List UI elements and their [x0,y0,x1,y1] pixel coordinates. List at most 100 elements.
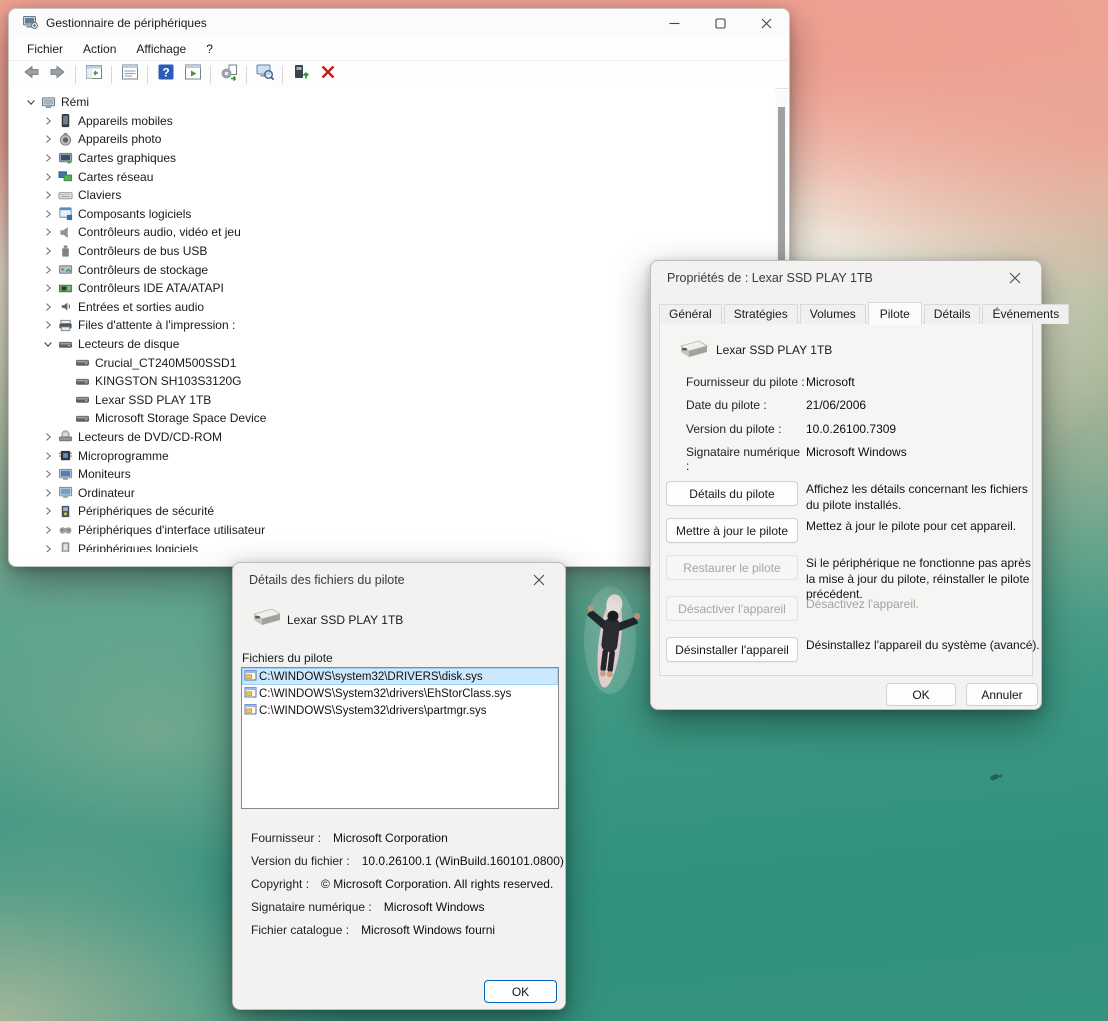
device-manager-titlebar[interactable]: Gestionnaire de périphériques [9,9,789,37]
phone-icon [56,113,75,128]
close-icon[interactable] [523,566,555,594]
toolbar-separator [111,66,112,84]
device-name: Lexar SSD PLAY 1TB [287,613,403,627]
chevron-right-icon[interactable] [39,133,56,145]
tab-stratégies[interactable]: Stratégies [724,304,798,324]
tree-item[interactable]: Appareils mobiles [10,112,775,131]
properties-titlebar[interactable]: Propriétés de : Lexar SSD PLAY 1TB [651,261,1041,295]
scan-hardware-icon [255,62,275,87]
toolbar-update-driver-button[interactable] [215,63,242,87]
détails-du-pilote-button[interactable]: Détails du pilote [666,481,798,506]
chevron-right-icon[interactable] [39,487,56,499]
tab-événements[interactable]: Événements [982,304,1069,324]
toolbar-separator [282,66,283,84]
tab-volumes[interactable]: Volumes [800,304,866,324]
tree-item-label: Contrôleurs audio, vidéo et jeu [75,225,241,239]
chevron-right-icon[interactable] [39,524,56,536]
window-title: Gestionnaire de périphériques [46,16,207,30]
chevron-right-icon[interactable] [39,301,56,313]
close-button[interactable] [743,9,789,37]
toolbar-action-pane-button[interactable] [179,63,206,87]
tree-item-label: Cartes graphiques [75,151,176,165]
tab-pilote[interactable]: Pilote [868,302,922,325]
tree-item-label: Microsoft Storage Space Device [92,411,266,425]
ok-button[interactable]: OK [886,683,956,706]
tab-détails[interactable]: Détails [924,304,981,324]
chevron-right-icon[interactable] [39,282,56,294]
chevron-right-icon[interactable] [39,115,56,127]
tree-item-label: Lexar SSD PLAY 1TB [92,393,211,407]
action-description: Mettez à jour le pilote pour cet apparei… [806,519,1042,535]
tree-item[interactable]: Appareils photo [10,130,775,149]
chevron-right-icon[interactable] [39,171,56,183]
chevron-right-icon[interactable] [39,505,56,517]
toolbar-properties-button[interactable] [116,63,143,87]
field-value: Microsoft Corporation [333,831,448,845]
mettre-jour-le-pilote-button[interactable]: Mettre à jour le pilote [666,518,798,543]
file-info-row: Version du fichier :10.0.26100.1 (WinBui… [251,854,564,877]
toolbar-forward-button[interactable] [44,63,71,87]
tree-item[interactable]: Cartes graphiques [10,149,775,168]
menu-item-?[interactable]: ? [196,39,223,59]
toolbar-console-tree-button[interactable] [80,63,107,87]
disk-drive-icon [676,337,710,368]
chevron-right-icon[interactable] [39,319,56,331]
tree-item[interactable]: Claviers [10,186,775,205]
file-info-fields: Fournisseur : Microsoft Corporation Versio… [251,831,564,945]
close-icon[interactable] [999,264,1031,292]
driver-action-row: Désinstaller l'appareilDésinstallez l'ap… [666,637,1028,677]
chevron-right-icon[interactable] [39,189,56,201]
field-label: Fournisseur : [251,831,321,845]
chevron-right-icon[interactable] [39,431,56,443]
chevron-right-icon[interactable] [39,208,56,220]
chevron-right-icon[interactable] [39,226,56,238]
menu-item-action[interactable]: Action [73,39,126,59]
toolbar-scan-hardware-button[interactable] [251,63,278,87]
chevron-right-icon[interactable] [39,264,56,276]
chevron-right-icon[interactable] [39,450,56,462]
chevron-right-icon[interactable] [39,468,56,480]
désinstaller-l-appareil-button[interactable]: Désinstaller l'appareil [666,637,798,662]
toolbar-enable-device-button[interactable] [287,63,314,87]
cancel-button[interactable]: Annuler [966,683,1038,706]
menu-item-fichier[interactable]: Fichier [17,39,73,59]
tree-item[interactable]: Cartes réseau [10,167,775,186]
chevron-right-icon[interactable] [39,152,56,164]
chevron-right-icon[interactable] [39,245,56,257]
driver-file-item[interactable]: C:\WINDOWS\system32\DRIVERS\disk.sys [242,668,558,685]
printer-icon [56,318,75,333]
field-value: © Microsoft Corporation. All rights rese… [321,877,553,891]
software-component-icon [56,206,75,221]
toolbar-separator [147,66,148,84]
disk-icon [73,355,92,370]
surfer-photo [568,578,652,702]
chevron-down-icon[interactable] [39,338,56,350]
tree-item-label: KINGSTON SH103S3120G [92,374,242,388]
driver-file-item[interactable]: C:\WINDOWS\System32\drivers\partmgr.sys [242,703,558,720]
ok-button[interactable]: OK [484,980,557,1003]
driver-files-titlebar[interactable]: Détails des fichiers du pilote [233,563,565,597]
tree-item[interactable]: Contrôleurs audio, vidéo et jeu [10,223,775,242]
toolbar-help-button[interactable]: ? [152,63,179,87]
driver-action-row: Restaurer le piloteSi le périphérique ne… [666,555,1028,595]
action-pane-icon [183,62,203,87]
driver-info-row: Version du pilote :10.0.26100.7309 [686,422,907,445]
toolbar-back-button[interactable] [17,63,44,87]
driver-file-item[interactable]: C:\WINDOWS\System32\drivers\EhStorClass.… [242,685,558,702]
tree-item[interactable]: Rémi [10,93,775,112]
chevron-right-icon[interactable] [39,543,56,552]
disk-icon [73,411,92,426]
minimize-button[interactable] [651,9,697,37]
maximize-button[interactable] [697,9,743,37]
tree-item[interactable]: Composants logiciels [10,205,775,224]
chevron-down-icon[interactable] [22,96,39,108]
tree-item[interactable]: Contrôleurs de bus USB [10,242,775,261]
tab-général[interactable]: Général [659,304,722,324]
files-list-label: Fichiers du pilote [242,651,333,665]
tree-item-label: Ordinateur [75,486,135,500]
menu-item-affichage[interactable]: Affichage [126,39,196,59]
uninstall-device-icon [318,62,338,87]
toolbar-uninstall-device-button[interactable] [314,63,341,87]
action-description: Désinstallez l'appareil du système (avan… [806,638,1042,654]
network-icon [56,169,75,184]
